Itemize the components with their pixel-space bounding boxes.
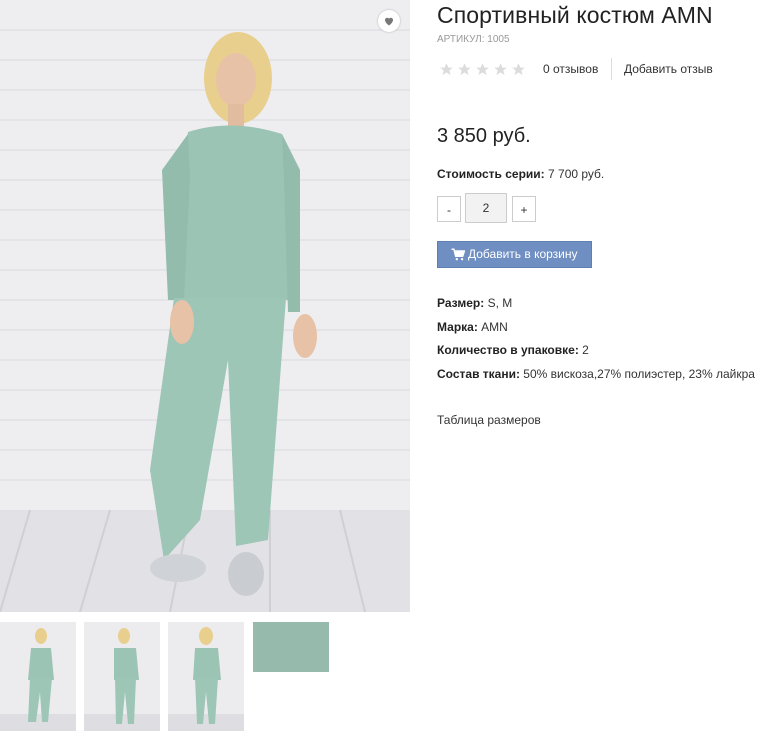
prop-value: AMN [481,319,508,334]
add-to-cart-label: Добавить в корзину [468,247,578,261]
wishlist-button[interactable] [378,10,400,32]
product-title: Спортивный костюм AMN [437,2,713,28]
add-to-cart-button[interactable]: Добавить в корзину [437,241,592,268]
prop-value: 50% вискоза,27% полиэстер, 23% лайкра [523,366,755,381]
prop-brand: Марка: AMN [437,316,755,340]
star-icon [440,63,453,76]
star-icon [476,63,489,76]
qty-increase-button[interactable]: + [512,196,536,222]
series-price: Стоимость серии: 7 700 руб. [437,167,604,181]
prop-fabric: Состав ткани: 50% вискоза,27% полиэстер,… [437,363,755,387]
main-product-image[interactable] [0,0,410,612]
star-rating[interactable] [439,62,529,78]
heart-icon [385,17,393,26]
thumbnail-fabric[interactable] [253,622,329,672]
series-price-value: 7 700 руб. [548,167,605,181]
reviews-count-link[interactable]: 0 отзывов [543,62,598,76]
product-sku: АРТИКУЛ: 1005 [437,34,510,45]
series-price-label: Стоимость серии: [437,167,545,181]
reviews-divider [611,58,612,80]
add-review-link[interactable]: Добавить отзыв [624,62,713,76]
product-price: 3 850 руб. [437,125,531,147]
thumbnail-side[interactable] [84,622,160,731]
product-properties: Размер: S, M Марка: AMN Количество в упа… [437,292,755,386]
prop-label: Марка: [437,319,478,334]
star-icon [512,63,525,76]
prop-label: Состав ткани: [437,366,520,381]
cart-icon [451,248,465,261]
qty-decrease-button[interactable]: - [437,196,461,222]
prop-label: Количество в упаковке: [437,343,579,357]
size-table-link[interactable]: Таблица размеров [437,413,541,427]
prop-value: S, M [487,296,513,310]
star-icon [458,63,471,76]
prop-size: Размер: S, M [437,292,755,316]
prop-label: Размер: [437,296,485,310]
thumbnail-front[interactable] [0,622,76,731]
prop-pack-qty: Количество в упаковке: 2 [437,339,755,363]
prop-value: 2 [582,343,589,357]
quantity-input[interactable] [465,193,507,223]
thumbnail-back[interactable] [168,622,244,731]
star-icon [494,63,507,76]
